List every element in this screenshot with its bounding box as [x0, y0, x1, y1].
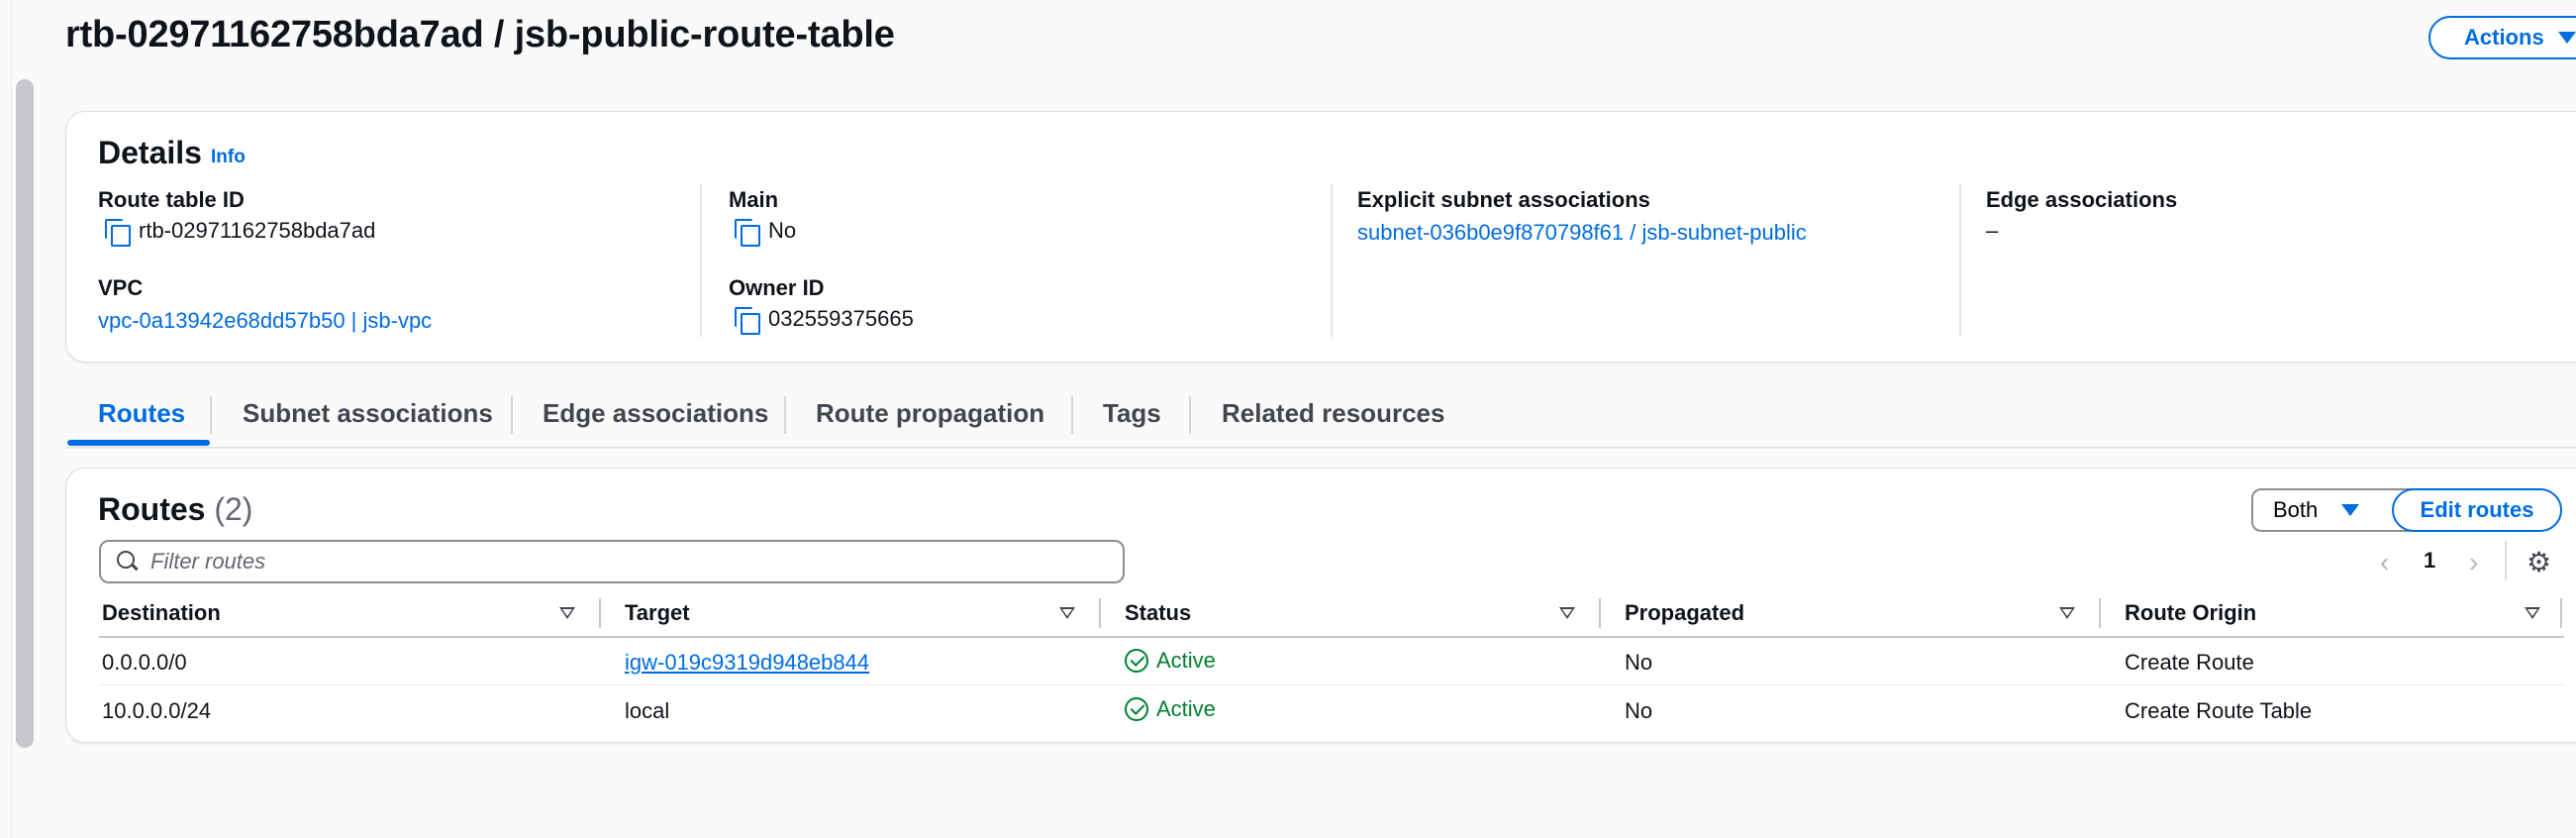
status-text: Active	[1156, 696, 1216, 721]
page-title: rtb-02971162758bda7ad / jsb-public-route…	[65, 14, 895, 55]
column-divider	[1959, 184, 1961, 337]
cell-destination: 0.0.0.0/0	[102, 650, 187, 675]
caret-down-icon	[2341, 504, 2360, 516]
vpc-link[interactable]: vpc-0a13942e68dd57b50 | jsb-vpc	[98, 308, 432, 334]
explicit-subnet-link[interactable]: subnet-036b0e9f870798f61 / jsb-subnet-pu…	[1357, 220, 1807, 246]
copy-icon[interactable]	[103, 218, 131, 247]
caret-down-icon	[2557, 32, 2576, 44]
route-filter-selected: Both	[2273, 497, 2319, 522]
check-circle-icon	[1125, 649, 1148, 673]
column-separator[interactable]	[1099, 598, 1101, 628]
main-label: Main	[729, 187, 779, 212]
routes-heading: Routes (2)	[98, 491, 252, 528]
tab-edge-associations[interactable]: Edge associations	[543, 398, 768, 429]
routes-count: (2)	[214, 491, 253, 527]
tabs-divider	[65, 447, 2576, 449]
column-header-target[interactable]: Target	[625, 600, 690, 626]
tab-subnet-associations[interactable]: Subnet associations	[243, 398, 493, 429]
info-link[interactable]: Info	[211, 147, 246, 168]
filter-icon[interactable]	[1559, 607, 1575, 619]
column-separator[interactable]	[2099, 598, 2101, 628]
table-header-rule	[99, 636, 2564, 638]
cell-target-link[interactable]: igw-019c9319d948eb844	[625, 650, 869, 676]
check-circle-icon	[1125, 697, 1148, 721]
tab-separator	[1071, 396, 1073, 434]
chevron-right-icon[interactable]: ›	[2469, 547, 2478, 578]
page-number[interactable]: 1	[2424, 548, 2435, 574]
cell-propagated: No	[1625, 650, 1653, 675]
cell-target: local	[625, 698, 670, 723]
copy-icon[interactable]	[733, 218, 760, 247]
edge-assoc-value: –	[1986, 218, 1999, 243]
gear-icon[interactable]: ⚙	[2526, 546, 2551, 578]
column-separator[interactable]	[2560, 598, 2562, 628]
tab-routes[interactable]: Routes	[98, 398, 185, 429]
column-header-route-origin[interactable]: Route Origin	[2125, 600, 2256, 626]
actions-button[interactable]: Actions	[2428, 16, 2576, 59]
left-rail	[0, 0, 12, 838]
column-header-propagated[interactable]: Propagated	[1625, 600, 1744, 626]
pager-divider	[2505, 541, 2507, 580]
tab-separator	[511, 396, 513, 434]
main-value: No	[733, 218, 797, 247]
details-panel	[65, 111, 2576, 363]
route-table-id-label: Route table ID	[98, 187, 245, 212]
owner-id-label: Owner ID	[729, 275, 825, 300]
tab-tags[interactable]: Tags	[1103, 398, 1161, 429]
column-header-status[interactable]: Status	[1125, 600, 1191, 626]
filter-icon[interactable]	[2059, 607, 2075, 619]
copy-icon[interactable]	[733, 306, 760, 335]
scrollbar-thumb[interactable]	[16, 79, 34, 748]
edit-routes-button[interactable]: Edit routes	[2392, 488, 2562, 532]
cell-status: Active	[1125, 648, 1216, 674]
column-separator[interactable]	[599, 598, 601, 628]
tab-separator	[1189, 396, 1191, 434]
details-heading: Details	[98, 135, 202, 170]
status-text: Active	[1156, 648, 1216, 673]
owner-id-value: 032559375665	[733, 306, 914, 335]
tab-route-propagation[interactable]: Route propagation	[816, 398, 1044, 429]
edge-assoc-label: Edge associations	[1986, 187, 2178, 212]
explicit-subnet-label: Explicit subnet associations	[1357, 187, 1650, 212]
column-header-destination[interactable]: Destination	[102, 600, 221, 626]
filter-icon[interactable]	[1059, 607, 1075, 619]
tab-separator	[210, 396, 212, 434]
tab-related-resources[interactable]: Related resources	[1222, 398, 1444, 429]
search-icon	[117, 551, 139, 573]
column-divider	[1331, 184, 1333, 337]
filter-icon[interactable]	[559, 607, 575, 619]
filter-icon[interactable]	[2525, 607, 2540, 619]
cell-destination: 10.0.0.0/24	[102, 698, 212, 723]
route-table-id-value: rtb-02971162758bda7ad	[103, 218, 376, 247]
owner-id-text: 032559375665	[768, 306, 914, 331]
cell-route-origin: Create Route	[2125, 650, 2254, 675]
cell-route-origin: Create Route Table	[2125, 698, 2313, 723]
cell-propagated: No	[1625, 698, 1653, 723]
row-divider	[99, 684, 2564, 685]
active-tab-indicator	[67, 440, 210, 446]
route-table-id-text: rtb-02971162758bda7ad	[139, 218, 376, 243]
cell-status: Active	[1125, 696, 1216, 722]
filter-routes-field[interactable]	[99, 540, 1125, 583]
vpc-label: VPC	[98, 275, 144, 300]
actions-label: Actions	[2464, 25, 2544, 50]
main-text: No	[768, 218, 797, 243]
tab-separator	[784, 396, 786, 434]
filter-routes-input[interactable]	[150, 549, 1041, 575]
chevron-left-icon[interactable]: ‹	[2380, 547, 2389, 578]
column-divider	[700, 184, 702, 337]
column-separator[interactable]	[1599, 598, 1601, 628]
routes-title: Routes	[98, 491, 206, 527]
